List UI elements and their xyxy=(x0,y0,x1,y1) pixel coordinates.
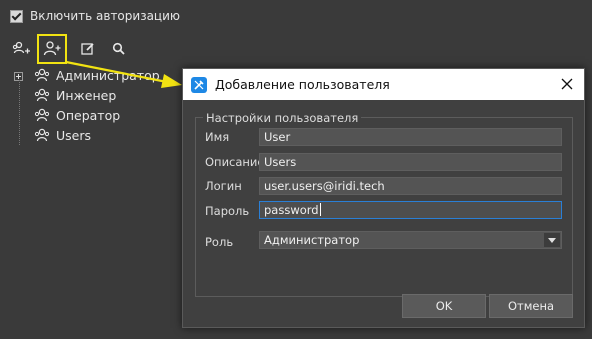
close-icon xyxy=(561,78,573,90)
password-field[interactable]: password xyxy=(259,201,562,219)
enable-auth-checkbox[interactable] xyxy=(10,9,23,23)
login-value: user.users@iridi.tech xyxy=(264,179,385,193)
role-select[interactable]: Администратор xyxy=(259,231,562,249)
dialog-titlebar: Добавление пользователя xyxy=(183,69,584,100)
user-group-icon xyxy=(34,88,50,102)
group-title: Настройки пользователя xyxy=(203,111,362,125)
add-user-dialog: Добавление пользователя Настройки пользо… xyxy=(182,68,585,328)
user-group-icon xyxy=(34,108,50,122)
tree-item-label: Оператор xyxy=(56,108,121,123)
ok-button[interactable]: OK xyxy=(402,294,486,318)
role-value: Администратор xyxy=(264,233,360,247)
tree-guide-line xyxy=(19,80,20,146)
cancel-button[interactable]: Отмена xyxy=(489,294,573,318)
name-field[interactable]: User xyxy=(259,128,562,146)
chevron-down-icon[interactable] xyxy=(544,233,560,247)
add-group-button[interactable] xyxy=(7,35,35,63)
app-tools-icon xyxy=(191,76,207,93)
description-field[interactable]: Users xyxy=(259,153,562,171)
tree-item-engineer[interactable]: Инженер xyxy=(34,88,116,103)
name-value: User xyxy=(264,130,291,144)
dialog-title: Добавление пользователя xyxy=(215,77,390,92)
add-user-icon xyxy=(43,41,61,56)
login-label: Логин xyxy=(205,179,242,193)
description-value: Users xyxy=(264,155,297,169)
enable-auth-label: Включить авторизацию xyxy=(30,9,180,23)
edit-icon xyxy=(81,43,94,55)
search-icon xyxy=(112,42,125,55)
dialog-close-button[interactable] xyxy=(558,75,576,93)
users-group-add-icon xyxy=(12,41,30,54)
password-value: password xyxy=(264,203,319,217)
tree-item-operator[interactable]: Оператор xyxy=(34,108,120,123)
ok-label: OK xyxy=(435,299,453,313)
annotation-arrow xyxy=(65,60,182,88)
login-field[interactable]: user.users@iridi.tech xyxy=(259,177,562,195)
cancel-label: Отмена xyxy=(507,299,555,313)
name-label: Имя xyxy=(205,130,230,144)
enable-auth-checkbox-row[interactable]: Включить авторизацию xyxy=(10,9,180,23)
description-label: Описание xyxy=(205,155,265,169)
tree-item-users[interactable]: Users xyxy=(34,128,91,143)
tree-item-label: Users xyxy=(56,128,92,143)
text-caret xyxy=(319,203,321,216)
role-label: Роль xyxy=(205,235,234,249)
user-group-icon xyxy=(34,128,50,142)
password-label: Пароль xyxy=(205,204,250,218)
user-group-icon xyxy=(34,68,50,82)
tree-item-label: Инженер xyxy=(56,88,117,103)
